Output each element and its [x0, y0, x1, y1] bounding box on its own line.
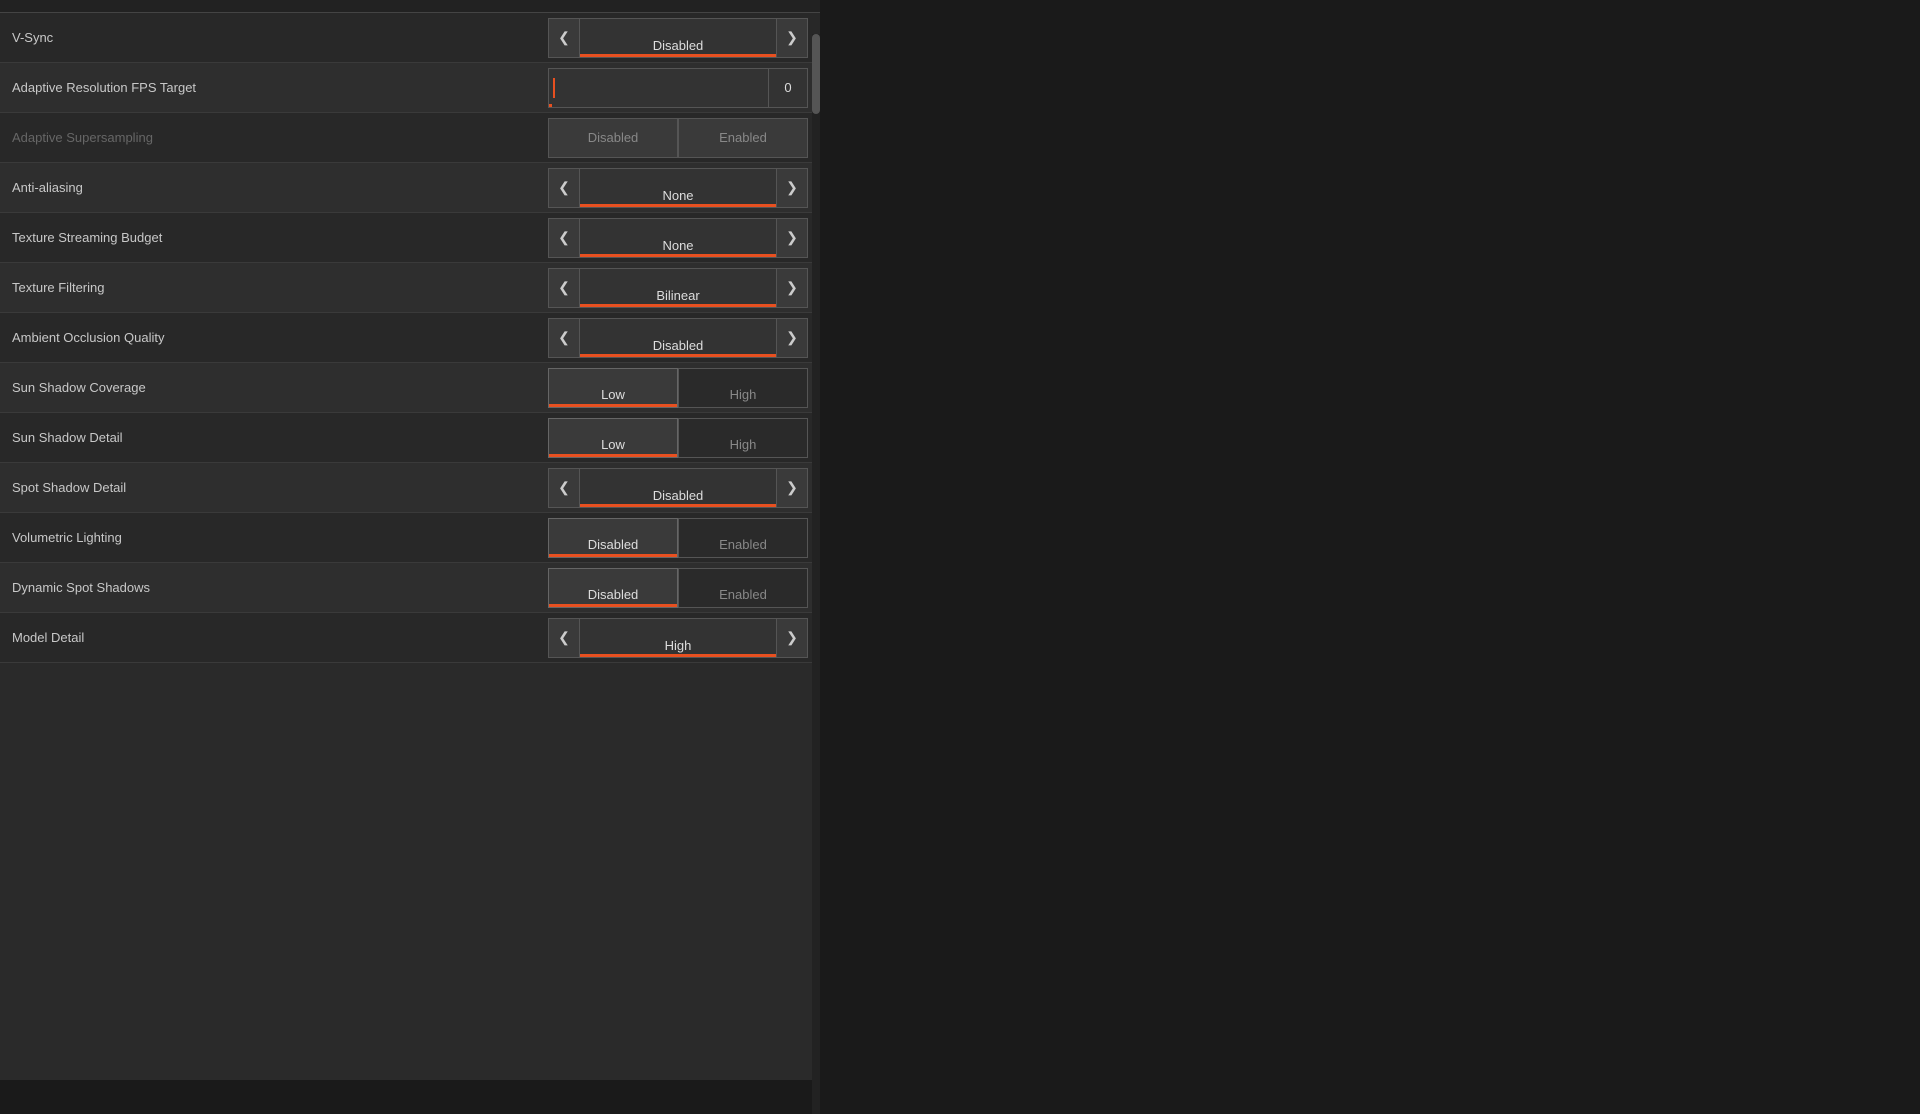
setting-row-spot-shadow-detail: Spot Shadow Detail ❮ Disabled ❯ [0, 463, 820, 513]
setting-row-ambient-occlusion: Ambient Occlusion Quality ❮ Disabled ❯ [0, 313, 820, 363]
advanced-settings-panel: V-Sync ❮ Disabled ❯ Adaptive Resolution FPS … [0, 0, 820, 1080]
arrow-control-texture-streaming: ❮ None ❯ [548, 218, 808, 258]
arrow-control-spot-shadow-detail: ❮ Disabled ❯ [548, 468, 808, 508]
left-arrow-btn-texture-streaming[interactable]: ❮ [548, 218, 580, 258]
left-arrow-btn-texture-filtering[interactable]: ❮ [548, 268, 580, 308]
arrow-value-text-spot-shadow-detail: Disabled [653, 488, 704, 503]
setting-label-texture-streaming: Texture Streaming Budget [12, 230, 162, 245]
ss-btn-enabled-adaptive-supersampling[interactable]: Enabled [678, 118, 808, 158]
setting-label-ambient-occlusion: Ambient Occlusion Quality [12, 330, 164, 345]
left-arrow-btn-anti-aliasing[interactable]: ❮ [548, 168, 580, 208]
setting-label-sun-shadow-detail: Sun Shadow Detail [12, 430, 123, 445]
scrollbar-thumb[interactable] [812, 34, 820, 114]
toggle-control-sun-shadow-detail: LowHigh [548, 418, 808, 458]
arrow-control-model-detail: ❮ High ❯ [548, 618, 808, 658]
panel-header [0, 0, 820, 13]
arrow-value-vsync: Disabled [580, 18, 776, 58]
right-arrow-btn-ambient-occlusion[interactable]: ❯ [776, 318, 808, 358]
arrow-value-texture-streaming: None [580, 218, 776, 258]
settings-list: V-Sync ❮ Disabled ❯ Adaptive Resolution FPS … [0, 13, 820, 1059]
setting-row-texture-filtering: Texture Filtering ❮ Bilinear ❯ [0, 263, 820, 313]
setting-row-adaptive-supersampling: Adaptive Supersampling DisabledEnabled [0, 113, 820, 163]
arrow-value-spot-shadow-detail: Disabled [580, 468, 776, 508]
arrow-value-text-model-detail: High [665, 638, 692, 653]
right-arrow-btn-spot-shadow-detail[interactable]: ❯ [776, 468, 808, 508]
right-arrow-btn-model-detail[interactable]: ❯ [776, 618, 808, 658]
setting-label-anti-aliasing: Anti-aliasing [12, 180, 83, 195]
setting-label-volumetric-lighting: Volumetric Lighting [12, 530, 122, 545]
setting-label-dynamic-spot-shadows: Dynamic Spot Shadows [12, 580, 150, 595]
toggle-btn-enabled-volumetric-lighting[interactable]: Enabled [678, 518, 808, 558]
setting-row-dynamic-spot-shadows: Dynamic Spot Shadows DisabledEnabled [0, 563, 820, 613]
right-arrow-btn-texture-streaming[interactable]: ❯ [776, 218, 808, 258]
setting-label-adaptive-supersampling: Adaptive Supersampling [12, 130, 153, 145]
toggle-btn-disabled-volumetric-lighting[interactable]: Disabled [548, 518, 678, 558]
setting-row-sun-shadow-detail: Sun Shadow Detail LowHigh [0, 413, 820, 463]
setting-row-sun-shadow-coverage: Sun Shadow Coverage LowHigh [0, 363, 820, 413]
arrow-value-text-texture-streaming: None [662, 238, 693, 253]
arrow-value-text-anti-aliasing: None [662, 188, 693, 203]
setting-label-texture-filtering: Texture Filtering [12, 280, 104, 295]
toggle-btn-disabled-dynamic-spot-shadows[interactable]: Disabled [548, 568, 678, 608]
arrow-value-bar-model-detail [580, 654, 776, 657]
left-arrow-btn-ambient-occlusion[interactable]: ❮ [548, 318, 580, 358]
setting-row-model-detail: Model Detail ❮ High ❯ [0, 613, 820, 663]
fps-cursor-adaptive-resolution [553, 78, 555, 98]
setting-label-model-detail: Model Detail [12, 630, 84, 645]
arrow-value-bar-vsync [580, 54, 776, 57]
arrow-value-text-texture-filtering: Bilinear [656, 288, 699, 303]
toggle-btn-enabled-dynamic-spot-shadows[interactable]: Enabled [678, 568, 808, 608]
fps-value-adaptive-resolution: 0 [768, 68, 808, 108]
setting-row-volumetric-lighting: Volumetric Lighting DisabledEnabled [0, 513, 820, 563]
left-arrow-btn-vsync[interactable]: ❮ [548, 18, 580, 58]
scrollbar[interactable] [812, 34, 820, 1114]
toggle-control-dynamic-spot-shadows: DisabledEnabled [548, 568, 808, 608]
setting-row-anti-aliasing: Anti-aliasing ❮ None ❯ [0, 163, 820, 213]
setting-row-vsync: V-Sync ❮ Disabled ❯ [0, 13, 820, 63]
arrow-value-ambient-occlusion: Disabled [580, 318, 776, 358]
arrow-control-texture-filtering: ❮ Bilinear ❯ [548, 268, 808, 308]
toggle-btn-high-sun-shadow-detail[interactable]: High [678, 418, 808, 458]
arrow-value-anti-aliasing: None [580, 168, 776, 208]
setting-row-texture-streaming: Texture Streaming Budget ❮ None ❯ [0, 213, 820, 263]
setting-label-sun-shadow-coverage: Sun Shadow Coverage [12, 380, 146, 395]
arrow-control-ambient-occlusion: ❮ Disabled ❯ [548, 318, 808, 358]
setting-row-adaptive-resolution: Adaptive Resolution FPS Target 0 [0, 63, 820, 113]
arrow-value-bar-texture-filtering [580, 304, 776, 307]
arrow-value-bar-texture-streaming [580, 254, 776, 257]
toggle-control-volumetric-lighting: DisabledEnabled [548, 518, 808, 558]
right-arrow-btn-texture-filtering[interactable]: ❯ [776, 268, 808, 308]
setting-label-vsync: V-Sync [12, 30, 53, 45]
ss-btn-disabled-adaptive-supersampling[interactable]: Disabled [548, 118, 678, 158]
right-arrow-btn-anti-aliasing[interactable]: ❯ [776, 168, 808, 208]
arrow-value-texture-filtering: Bilinear [580, 268, 776, 308]
arrow-value-bar-anti-aliasing [580, 204, 776, 207]
setting-label-adaptive-resolution: Adaptive Resolution FPS Target [12, 80, 196, 95]
fps-bar-adaptive-resolution [549, 104, 552, 107]
toggle-btn-low-sun-shadow-coverage[interactable]: Low [548, 368, 678, 408]
toggle-btn-low-sun-shadow-detail[interactable]: Low [548, 418, 678, 458]
toggle-control-sun-shadow-coverage: LowHigh [548, 368, 808, 408]
arrow-value-bar-spot-shadow-detail [580, 504, 776, 507]
arrow-value-bar-ambient-occlusion [580, 354, 776, 357]
arrow-control-vsync: ❮ Disabled ❯ [548, 18, 808, 58]
arrow-value-model-detail: High [580, 618, 776, 658]
arrow-control-anti-aliasing: ❮ None ❯ [548, 168, 808, 208]
left-arrow-btn-spot-shadow-detail[interactable]: ❮ [548, 468, 580, 508]
fps-slider-adaptive-resolution[interactable] [548, 68, 768, 108]
ss-control-adaptive-supersampling: DisabledEnabled [548, 118, 808, 158]
arrow-value-text-ambient-occlusion: Disabled [653, 338, 704, 353]
setting-label-spot-shadow-detail: Spot Shadow Detail [12, 480, 126, 495]
toggle-btn-high-sun-shadow-coverage[interactable]: High [678, 368, 808, 408]
arrow-value-text-vsync: Disabled [653, 38, 704, 53]
left-arrow-btn-model-detail[interactable]: ❮ [548, 618, 580, 658]
fps-control-adaptive-resolution: 0 [548, 68, 808, 108]
right-arrow-btn-vsync[interactable]: ❯ [776, 18, 808, 58]
